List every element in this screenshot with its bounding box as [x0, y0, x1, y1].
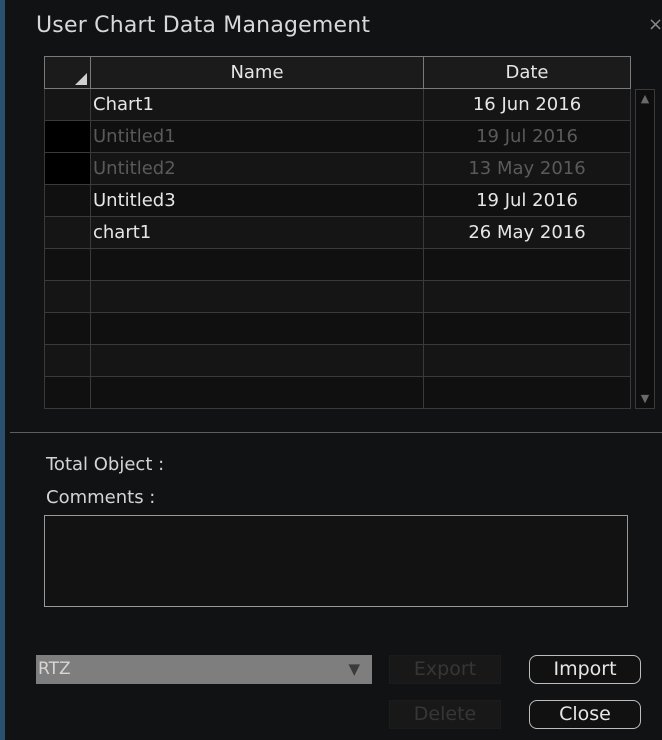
row-date-cell[interactable] — [423, 344, 631, 377]
close-icon[interactable]: × — [648, 14, 662, 35]
row-name-cell[interactable]: Untitled3 — [90, 184, 424, 217]
table-row[interactable] — [44, 376, 631, 409]
row-date-cell[interactable] — [423, 280, 631, 313]
row-date-cell[interactable]: 13 May 2016 — [423, 152, 631, 185]
row-date-cell[interactable] — [423, 248, 631, 281]
table-row[interactable] — [44, 280, 631, 313]
row-select-cell[interactable] — [44, 88, 91, 121]
row-date-cell[interactable]: 19 Jul 2016 — [423, 184, 631, 217]
row-date-cell[interactable]: 26 May 2016 — [423, 216, 631, 249]
table-row[interactable]: Untitled3 19 Jul 2016 — [44, 184, 631, 217]
table-row[interactable]: Untitled2 13 May 2016 — [44, 152, 631, 185]
select-all-header[interactable] — [44, 56, 91, 89]
export-button[interactable]: Export — [389, 655, 501, 684]
row-date-cell[interactable] — [423, 376, 631, 409]
import-button[interactable]: Import — [529, 655, 641, 684]
row-name-cell[interactable]: Untitled1 — [90, 120, 424, 153]
chevron-down-icon: ▼ — [348, 660, 360, 678]
format-dropdown-value: RTZ — [38, 659, 71, 679]
row-date-cell[interactable]: 16 Jun 2016 — [423, 88, 631, 121]
row-name-cell[interactable] — [90, 312, 424, 345]
row-name-cell[interactable] — [90, 344, 424, 377]
row-name-cell[interactable]: chart1 — [90, 216, 424, 249]
row-select-cell[interactable] — [44, 184, 91, 217]
dialog-title: User Chart Data Management — [36, 13, 371, 38]
total-object-label: Total Object : — [46, 454, 165, 475]
section-divider — [10, 432, 662, 433]
row-name-cell[interactable]: Untitled2 — [90, 152, 424, 185]
table-row[interactable]: chart1 26 May 2016 — [44, 216, 631, 249]
row-select-cell[interactable] — [44, 344, 91, 377]
scroll-up-icon[interactable]: ▲ — [638, 92, 652, 106]
row-select-cell[interactable] — [44, 152, 91, 185]
table-row[interactable]: Untitled1 19 Jul 2016 — [44, 120, 631, 153]
table-scrollbar[interactable]: ▲ ▼ — [635, 89, 655, 409]
table-row[interactable]: Chart1 16 Jun 2016 — [44, 88, 631, 121]
column-header-name[interactable]: Name — [90, 56, 424, 89]
chart-data-table: Name Date Chart1 16 Jun 2016 Untitled1 19 J… — [44, 56, 631, 409]
row-select-cell[interactable] — [44, 216, 91, 249]
format-dropdown[interactable]: RTZ ▼ — [36, 655, 372, 684]
table-row[interactable] — [44, 344, 631, 377]
comments-label: Comments : — [46, 487, 156, 508]
row-date-cell[interactable] — [423, 312, 631, 345]
delete-button[interactable]: Delete — [389, 700, 501, 729]
row-date-cell[interactable]: 19 Jul 2016 — [423, 120, 631, 153]
row-name-cell[interactable] — [90, 248, 424, 281]
row-select-cell[interactable] — [44, 120, 91, 153]
comments-field[interactable] — [44, 515, 628, 607]
table-row[interactable] — [44, 248, 631, 281]
column-header-date[interactable]: Date — [423, 56, 631, 89]
row-name-cell[interactable]: Chart1 — [90, 88, 424, 121]
row-select-cell[interactable] — [44, 312, 91, 345]
row-select-cell[interactable] — [44, 280, 91, 313]
scroll-down-icon[interactable]: ▼ — [638, 392, 652, 406]
row-select-cell[interactable] — [44, 376, 91, 409]
close-button[interactable]: Close — [529, 700, 641, 729]
user-chart-data-dialog: User Chart Data Management × Name Date C… — [0, 0, 662, 740]
corner-triangle-icon — [75, 73, 87, 85]
row-name-cell[interactable] — [90, 376, 424, 409]
row-name-cell[interactable] — [90, 280, 424, 313]
table-row[interactable] — [44, 312, 631, 345]
row-select-cell[interactable] — [44, 248, 91, 281]
